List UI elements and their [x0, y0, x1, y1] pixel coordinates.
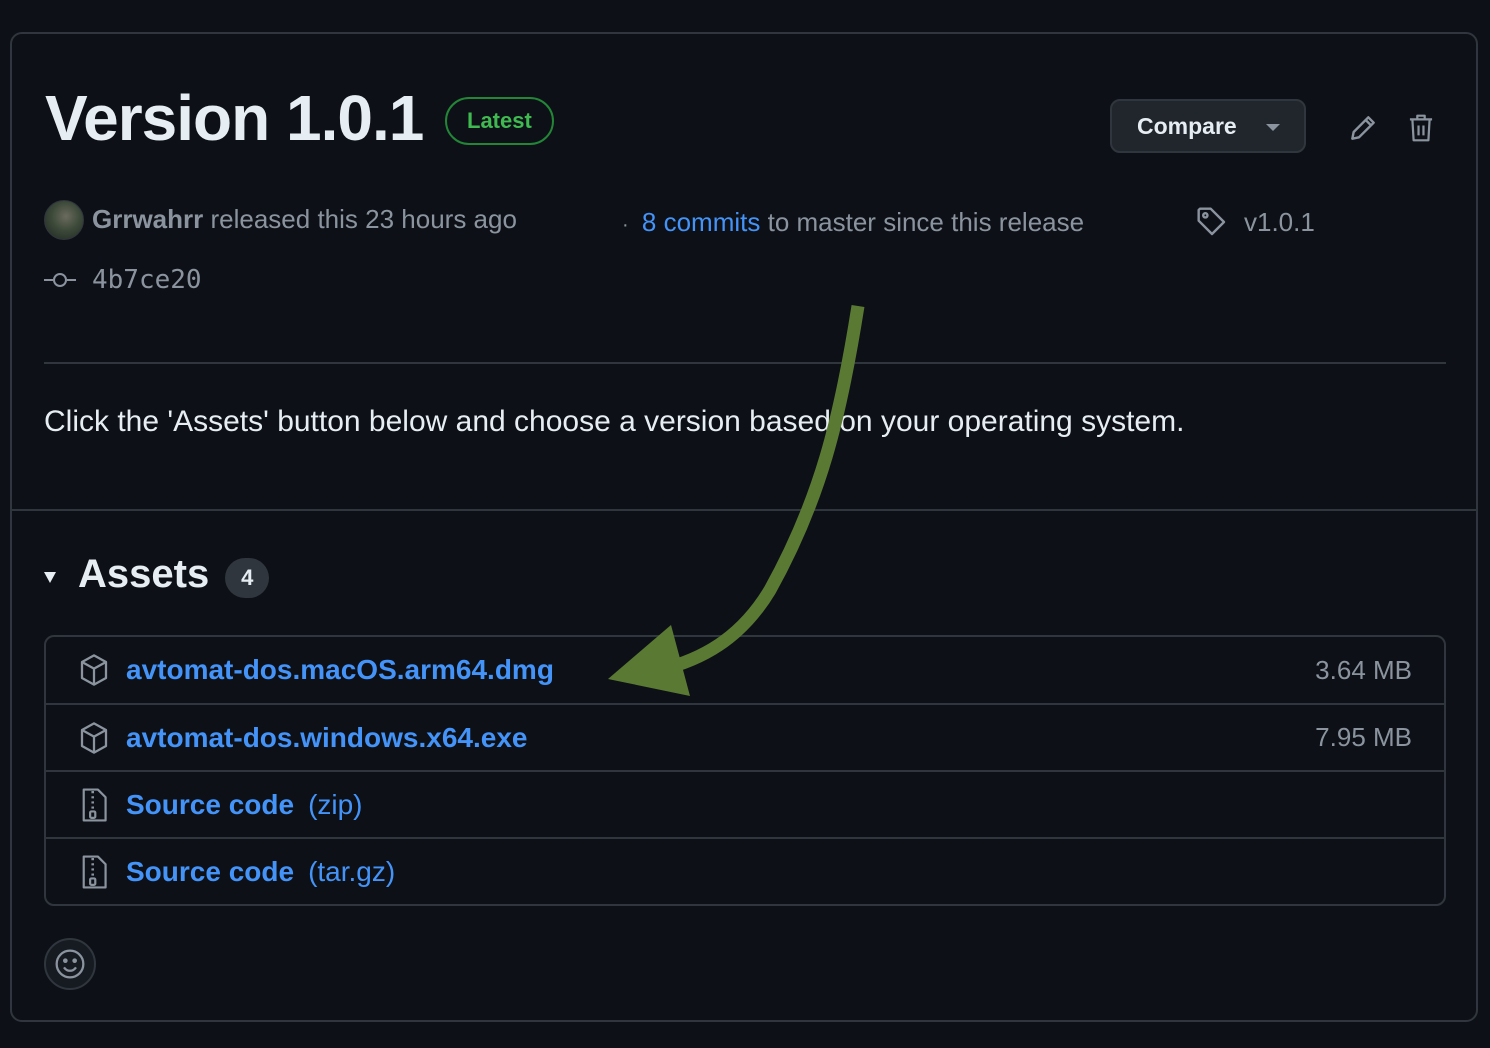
compare-label: Compare — [1137, 112, 1237, 139]
triangle-down-icon — [44, 571, 56, 583]
commits-meta: · 8 commits to master since this release — [622, 202, 1084, 245]
release-card: Version 1.0.1 Latest Compare Grrwahrr re… — [10, 32, 1478, 1022]
asset-row: avtomat-dos.windows.x64.exe 7.95 MB — [46, 703, 1444, 770]
asset-size: 3.64 MB — [1315, 654, 1412, 685]
commit-hash: 4b7ce20 — [92, 265, 202, 295]
release-meta: Grrwahrr released this 23 hours ago — [92, 199, 517, 239]
release-description: Click the 'Assets' button below and choo… — [44, 405, 1185, 438]
delete-button[interactable] — [1401, 108, 1441, 148]
divider — [44, 362, 1446, 364]
chevron-down-icon — [1266, 124, 1280, 131]
section-divider — [12, 509, 1476, 511]
asset-link[interactable]: avtomat-dos.macOS.arm64.dmg — [126, 654, 554, 686]
asset-row: Source code (zip) — [46, 770, 1444, 837]
assets-toggle[interactable]: Assets 4 — [44, 549, 270, 599]
package-icon — [80, 654, 108, 686]
compare-button[interactable]: Compare — [1110, 99, 1306, 153]
separator-dot: · — [622, 214, 629, 236]
author-link[interactable]: Grrwahrr — [92, 204, 203, 234]
edit-button[interactable] — [1343, 108, 1383, 148]
commits-text: to master since this release — [760, 207, 1085, 237]
commits-link[interactable]: 8 commits — [642, 207, 760, 237]
asset-link[interactable]: avtomat-dos.windows.x64.exe — [126, 722, 527, 754]
assets-list: avtomat-dos.macOS.arm64.dmg 3.64 MB avto… — [44, 635, 1446, 906]
asset-size: 7.95 MB — [1315, 722, 1412, 752]
tag-link[interactable]: v1.0.1 — [1196, 202, 1315, 242]
asset-row: avtomat-dos.macOS.arm64.dmg 3.64 MB — [46, 637, 1444, 703]
tag-icon — [1197, 207, 1226, 236]
file-zip-icon — [82, 787, 107, 822]
smiley-icon — [55, 949, 85, 979]
avatar[interactable] — [44, 200, 84, 240]
commit-link[interactable]: 4b7ce20 — [44, 260, 202, 300]
assets-title: Assets — [78, 551, 210, 596]
asset-row: Source code (tar.gz) — [46, 837, 1444, 904]
latest-badge: Latest — [445, 97, 554, 145]
file-zip-icon — [82, 854, 107, 889]
tag-label: v1.0.1 — [1244, 207, 1315, 237]
git-commit-icon — [44, 273, 76, 287]
package-icon — [80, 721, 108, 754]
add-reaction-button[interactable] — [44, 938, 96, 990]
released-text: released this 23 hours ago — [203, 204, 517, 234]
asset-link[interactable]: Source code (zip) — [126, 789, 363, 821]
release-title[interactable]: Version 1.0.1 — [45, 78, 424, 158]
assets-count-badge: 4 — [225, 558, 270, 598]
asset-link[interactable]: Source code (tar.gz) — [126, 856, 395, 888]
trash-icon — [1409, 114, 1433, 142]
pencil-icon — [1351, 116, 1375, 140]
